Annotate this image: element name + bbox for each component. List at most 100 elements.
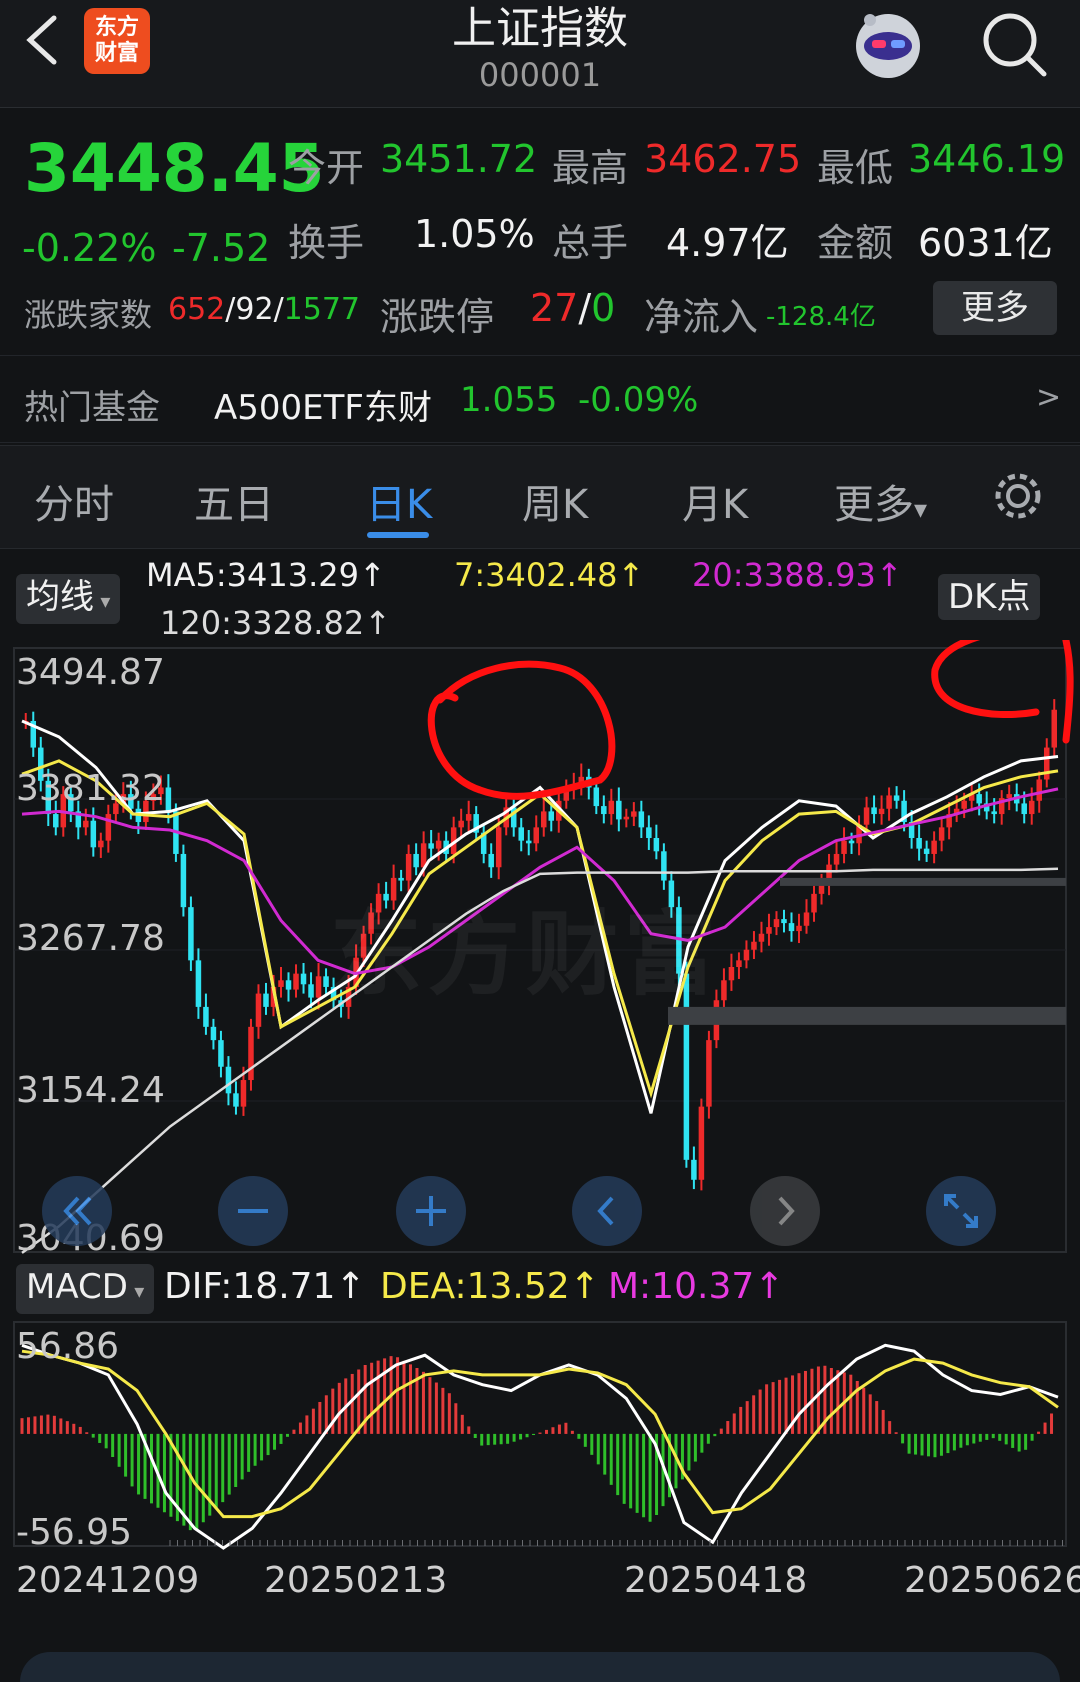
ma7-value: 7:3402.48↑: [454, 556, 645, 594]
limit-values: 27/0: [530, 286, 616, 330]
double-chevron-left-icon: [63, 1196, 92, 1226]
candle-body: [1051, 709, 1057, 748]
candle-body: [195, 960, 202, 1007]
candle-body: [233, 1093, 239, 1107]
candle-body: [180, 853, 187, 908]
price-axis-label: 3154.24: [16, 1070, 165, 1111]
macd-axis-bottom: -56.95: [16, 1512, 133, 1553]
candle-body: [83, 820, 89, 828]
price-axis-label: 3267.78: [16, 918, 165, 959]
scroll-left-button[interactable]: [572, 1176, 642, 1246]
tab-weekly-k[interactable]: 周K: [522, 472, 588, 530]
date-label: 20250626: [904, 1560, 1080, 1601]
candle-body: [240, 1080, 247, 1107]
hot-fund-label: 热门基金: [24, 388, 160, 428]
tab-more[interactable]: 更多▾: [834, 472, 927, 530]
candle-body: [525, 840, 532, 844]
tab-five-day[interactable]: 五日: [194, 472, 274, 530]
candle-body: [646, 827, 652, 838]
candle-body: [781, 919, 787, 924]
ma120-value: 120:3328.82↑: [160, 604, 391, 642]
active-tab-indicator: [367, 532, 429, 538]
settings-gear-icon[interactable]: [990, 468, 1046, 524]
candle-body: [773, 919, 780, 928]
tab-intraday[interactable]: 分时: [34, 472, 114, 530]
candle-body: [593, 787, 600, 807]
caret-down-icon: ▾: [914, 495, 928, 525]
candle-body: [1021, 803, 1027, 815]
zoom-out-button[interactable]: [218, 1176, 288, 1246]
candle-body: [248, 1026, 254, 1081]
chevron-left-icon: [597, 1196, 614, 1226]
robot-assistant-icon[interactable]: [848, 6, 928, 86]
scroll-left-fast-button[interactable]: [42, 1176, 112, 1246]
candle-body: [893, 795, 900, 801]
candle-body: [293, 973, 299, 990]
candle-body: [98, 840, 104, 848]
tab-daily-k[interactable]: 日K: [366, 472, 432, 530]
date-label: 20250213: [264, 1560, 448, 1601]
candle-body: [315, 976, 322, 998]
candle-body: [165, 787, 172, 812]
zoom-in-button[interactable]: [396, 1176, 466, 1246]
chevron-right-icon: [778, 1196, 795, 1226]
candle-body: [736, 960, 742, 967]
hot-fund-change: -0.09%: [578, 380, 699, 420]
candle-body: [1028, 800, 1035, 815]
ma20-value: 20:3388.93↑: [692, 556, 903, 594]
low-value: 3446.19: [908, 137, 1066, 181]
candle-body: [1036, 779, 1042, 801]
candle-body: [706, 1040, 712, 1107]
macd-chart[interactable]: [0, 1316, 1080, 1552]
candle-body: [743, 949, 750, 961]
header-bar: 东方 财富 上证指数 000001: [0, 0, 1080, 108]
indicator-selector[interactable]: MACD ▾: [16, 1264, 155, 1314]
bottom-action-bar[interactable]: [20, 1652, 1060, 1682]
candle-body: [833, 853, 840, 865]
candle-body: [458, 820, 464, 828]
candle-body: [488, 853, 494, 868]
search-icon[interactable]: [980, 10, 1050, 80]
candle-body: [203, 1006, 209, 1027]
candle-body: [698, 1106, 705, 1180]
dif-value: DIF:18.71↑: [164, 1266, 366, 1307]
more-button[interactable]: 更多: [933, 281, 1057, 335]
ma-selector[interactable]: 均线 ▾: [16, 574, 121, 624]
limit-label: 涨跌停: [380, 295, 495, 339]
candle-body: [796, 925, 802, 932]
candle-body: [616, 800, 622, 820]
open-label: 今开: [288, 146, 365, 190]
candle-body: [300, 973, 307, 985]
netflow-value: -128.4亿: [766, 302, 876, 332]
hot-fund-name: A500ETF东财: [214, 388, 432, 428]
volume-label: 总手: [552, 221, 629, 265]
fullscreen-button[interactable]: [926, 1176, 996, 1246]
change-value: -7.52: [172, 226, 271, 270]
candle-body: [758, 933, 765, 942]
hot-fund-row[interactable]: 热门基金 A500ETF东财 1.055 -0.09% >: [0, 355, 1080, 443]
candle-body: [225, 1066, 232, 1094]
candle-body: [608, 800, 615, 815]
candle-body: [541, 811, 547, 828]
dk-point-button[interactable]: DK点: [938, 574, 1041, 620]
ma5-value: MA5:3413.29↑: [146, 556, 386, 594]
chevron-right-icon[interactable]: >: [1036, 380, 1061, 415]
candle-body: [878, 808, 885, 815]
candle-body: [285, 980, 292, 990]
candle-body: [308, 984, 314, 998]
volume-value: 4.97亿: [666, 221, 789, 265]
candle-body: [991, 811, 997, 815]
candle-body: [623, 816, 630, 820]
support-band: [668, 1006, 1066, 1025]
scroll-right-button[interactable]: [750, 1176, 820, 1246]
candle-body: [255, 993, 262, 1027]
candle-body: [976, 794, 982, 804]
candle-body: [1043, 747, 1050, 780]
candle-body: [848, 840, 855, 844]
tab-monthly-k[interactable]: 月K: [682, 472, 748, 530]
candle-body: [428, 843, 434, 849]
candle-body: [435, 840, 442, 849]
high-label: 最高: [552, 146, 629, 190]
candle-body: [916, 837, 922, 849]
candle-body: [661, 851, 667, 881]
